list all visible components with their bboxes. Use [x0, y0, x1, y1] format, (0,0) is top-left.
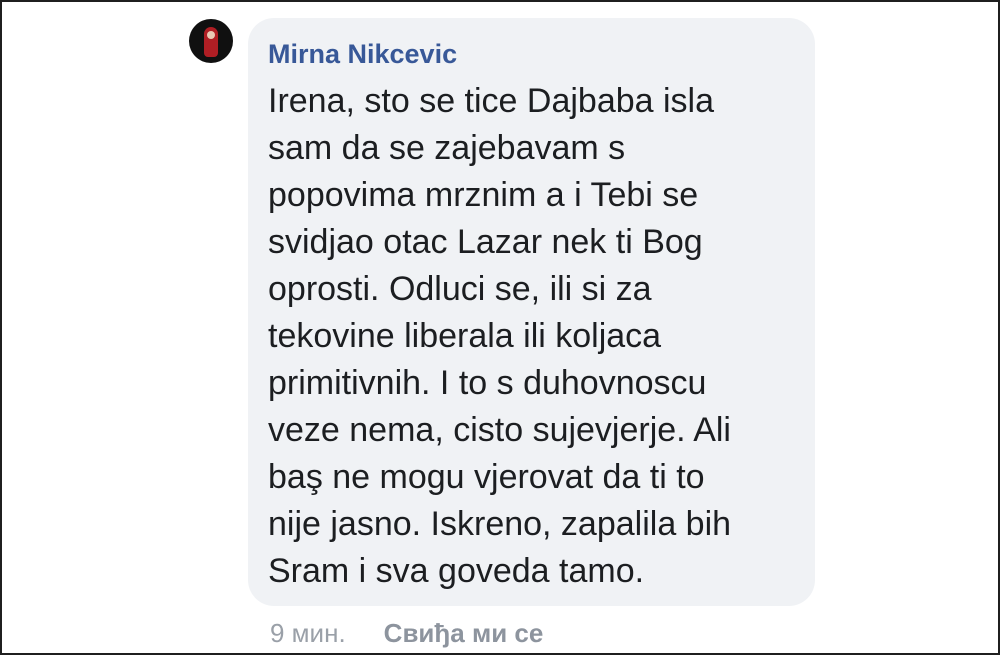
- comment-line: svidjao otac Lazar nek ti Bog: [268, 223, 703, 261]
- comment-line: nije jasno. Iskreno, zapalila bih: [268, 505, 732, 543]
- screenshot-frame: Mirna Nikcevic Irena, sto se tice Dajbab…: [0, 0, 1000, 655]
- comment-bubble: Mirna Nikcevic Irena, sto se tice Dajbab…: [248, 18, 815, 606]
- comment-line: tekovine liberala ili koljaca: [268, 317, 662, 355]
- comment-line: baş ne mogu vjerovat da ti to: [268, 458, 705, 496]
- comment-line: Sram i sva goveda tamo.: [268, 552, 645, 590]
- comment-line: sam da se zajebavam s: [268, 129, 626, 167]
- avatar[interactable]: [189, 19, 233, 63]
- comment-line: popovima mrznim a i Tebi se: [268, 176, 699, 214]
- comment-line: oprosti. Odluci se, ili si za: [268, 270, 652, 308]
- comment-line: veze nema, cisto sujevjerje. Ali: [268, 411, 731, 449]
- comment-author[interactable]: Mirna Nikcevic: [268, 38, 795, 72]
- comment-line: Irena, sto se tice Dajbaba isla: [268, 82, 715, 120]
- comment-timestamp[interactable]: 9 мин.: [270, 618, 346, 649]
- comment-actions: 9 мин. Свиђа ми се: [270, 616, 543, 650]
- comment-line: primitivnih. I to s duhovnoscu: [268, 364, 707, 402]
- like-button[interactable]: Свиђа ми се: [384, 618, 544, 649]
- avatar-face: [207, 31, 215, 39]
- comment-text: Irena, sto se tice Dajbaba isla sam da s…: [268, 78, 795, 595]
